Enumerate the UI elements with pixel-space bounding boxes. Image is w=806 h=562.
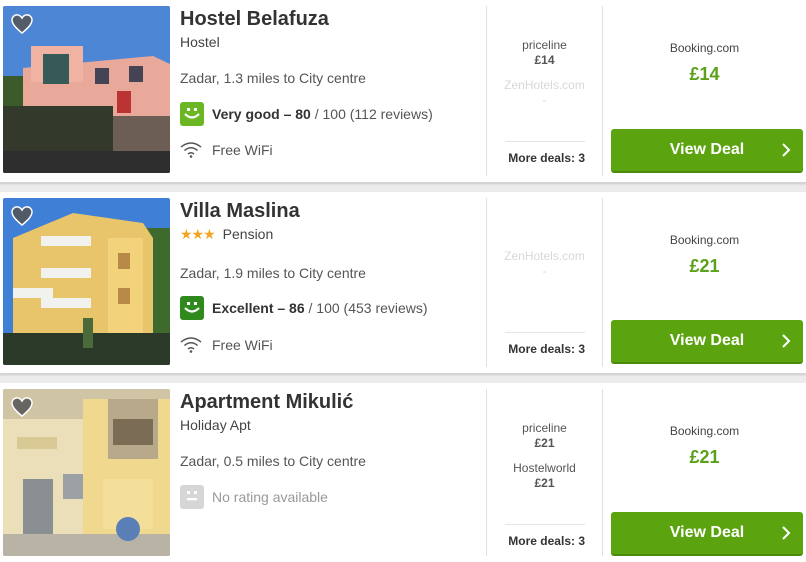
rating-row: No rating available <box>180 485 328 509</box>
best-deal: Booking.com £14 View Deal <box>603 0 806 182</box>
rating-label: Very good – 80 <box>212 106 311 122</box>
deal-hostelworld[interactable]: Hostelworld £21 <box>487 461 602 491</box>
more-deals-link[interactable]: More deals: 3 <box>505 332 585 356</box>
amenity-label: Free WiFi <box>212 337 273 353</box>
smiley-neutral-icon <box>180 485 204 509</box>
star-rating: ★★★ <box>180 226 216 242</box>
best-deal-price: £14 <box>689 64 720 84</box>
amenity-wifi: Free WiFi <box>180 337 273 353</box>
hotel-type: Holiday Apt <box>180 417 251 433</box>
best-deal: Booking.com £21 View Deal <box>603 383 806 562</box>
deal-site: ZenHotels.com <box>504 78 585 92</box>
more-deals-link[interactable]: More deals: 3 <box>505 524 585 548</box>
rating-count: / 100 (112 reviews) <box>310 106 433 122</box>
best-deal-site: Booking.com <box>669 41 740 55</box>
view-deal-label: View Deal <box>669 332 745 349</box>
rating-text: Excellent – 86 / 100 (453 reviews) <box>212 300 428 316</box>
deal-site: priceline <box>522 421 567 435</box>
deal-price: - <box>542 93 547 107</box>
hotel-photo[interactable] <box>3 389 170 556</box>
hotel-location: Zadar, 0.5 miles to City centre <box>180 453 366 469</box>
other-deals: priceline £21 Hostelworld £21 More deals… <box>487 383 602 562</box>
wifi-icon <box>180 142 202 158</box>
deal-priceline[interactable]: priceline £21 <box>487 421 602 451</box>
hotel-name[interactable]: Villa Maslina <box>180 200 300 223</box>
deal-price: £21 <box>534 476 555 490</box>
rating-row[interactable]: Very good – 80 / 100 (112 reviews) <box>180 102 433 126</box>
view-deal-label: View Deal <box>669 141 745 158</box>
hotel-photo[interactable] <box>3 6 170 173</box>
best-deal-price: £21 <box>689 256 720 276</box>
chevron-right-icon <box>782 526 791 540</box>
rating-text: Very good – 80 / 100 (112 reviews) <box>212 106 433 122</box>
view-deal-button[interactable]: View Deal <box>611 129 803 173</box>
deal-site: priceline <box>522 38 567 52</box>
best-deal-site: Booking.com <box>669 233 740 247</box>
rating-label: Excellent – 86 <box>212 300 305 316</box>
smiley-happy-icon <box>180 102 204 126</box>
rating-count: / 100 (453 reviews) <box>304 300 428 316</box>
amenity-wifi: Free WiFi <box>180 142 273 158</box>
hotel-location: Zadar, 1.3 miles to City centre <box>180 70 366 86</box>
deal-site: ZenHotels.com <box>504 249 585 263</box>
result-card: Apartment Mikulić Holiday Apt Zadar, 0.5… <box>0 383 806 562</box>
rating-text: No rating available <box>212 489 328 505</box>
hotel-name[interactable]: Hostel Belafuza <box>180 8 329 31</box>
view-deal-label: View Deal <box>669 524 745 541</box>
hotel-type: Hostel <box>180 34 220 50</box>
smiley-happy-icon <box>180 296 204 320</box>
other-deals: ZenHotels.com - More deals: 3 <box>487 192 602 373</box>
deal-zenhotels[interactable]: ZenHotels.com - <box>487 249 602 279</box>
favorite-heart-icon[interactable] <box>11 397 33 417</box>
result-card: Villa Maslina ★★★ Pension Zadar, 1.9 mile… <box>0 192 806 374</box>
hotel-type: ★★★ Pension <box>180 226 273 243</box>
hotel-location: Zadar, 1.9 miles to City centre <box>180 265 366 281</box>
view-deal-button[interactable]: View Deal <box>611 512 803 556</box>
other-deals: priceline £14 ZenHotels.com - More deals… <box>487 0 602 182</box>
chevron-right-icon <box>782 143 791 157</box>
chevron-right-icon <box>782 334 791 348</box>
rating-row[interactable]: Excellent – 86 / 100 (453 reviews) <box>180 296 428 320</box>
view-deal-button[interactable]: View Deal <box>611 320 803 364</box>
deal-priceline[interactable]: priceline £14 <box>487 38 602 68</box>
deal-site: Hostelworld <box>513 461 576 475</box>
hotel-type-label: Hostel <box>180 34 220 50</box>
result-card: Hostel Belafuza Hostel Zadar, 1.3 miles … <box>0 0 806 183</box>
amenity-label: Free WiFi <box>212 142 273 158</box>
wifi-icon <box>180 337 202 353</box>
best-deal: Booking.com £21 View Deal <box>603 192 806 373</box>
favorite-heart-icon[interactable] <box>11 14 33 34</box>
best-deal-site: Booking.com <box>669 424 740 438</box>
hotel-type-label: Pension <box>222 226 274 242</box>
deal-zenhotels[interactable]: ZenHotels.com - <box>487 78 602 108</box>
more-deals-link[interactable]: More deals: 3 <box>505 141 585 165</box>
deal-price: £21 <box>534 436 555 450</box>
hotel-name[interactable]: Apartment Mikulić <box>180 391 353 414</box>
hotel-type-label: Holiday Apt <box>180 417 251 433</box>
favorite-heart-icon[interactable] <box>11 206 33 226</box>
deal-price: £14 <box>534 53 555 67</box>
deal-price: - <box>542 264 547 278</box>
hotel-photo[interactable] <box>3 198 170 365</box>
best-deal-price: £21 <box>689 447 720 467</box>
